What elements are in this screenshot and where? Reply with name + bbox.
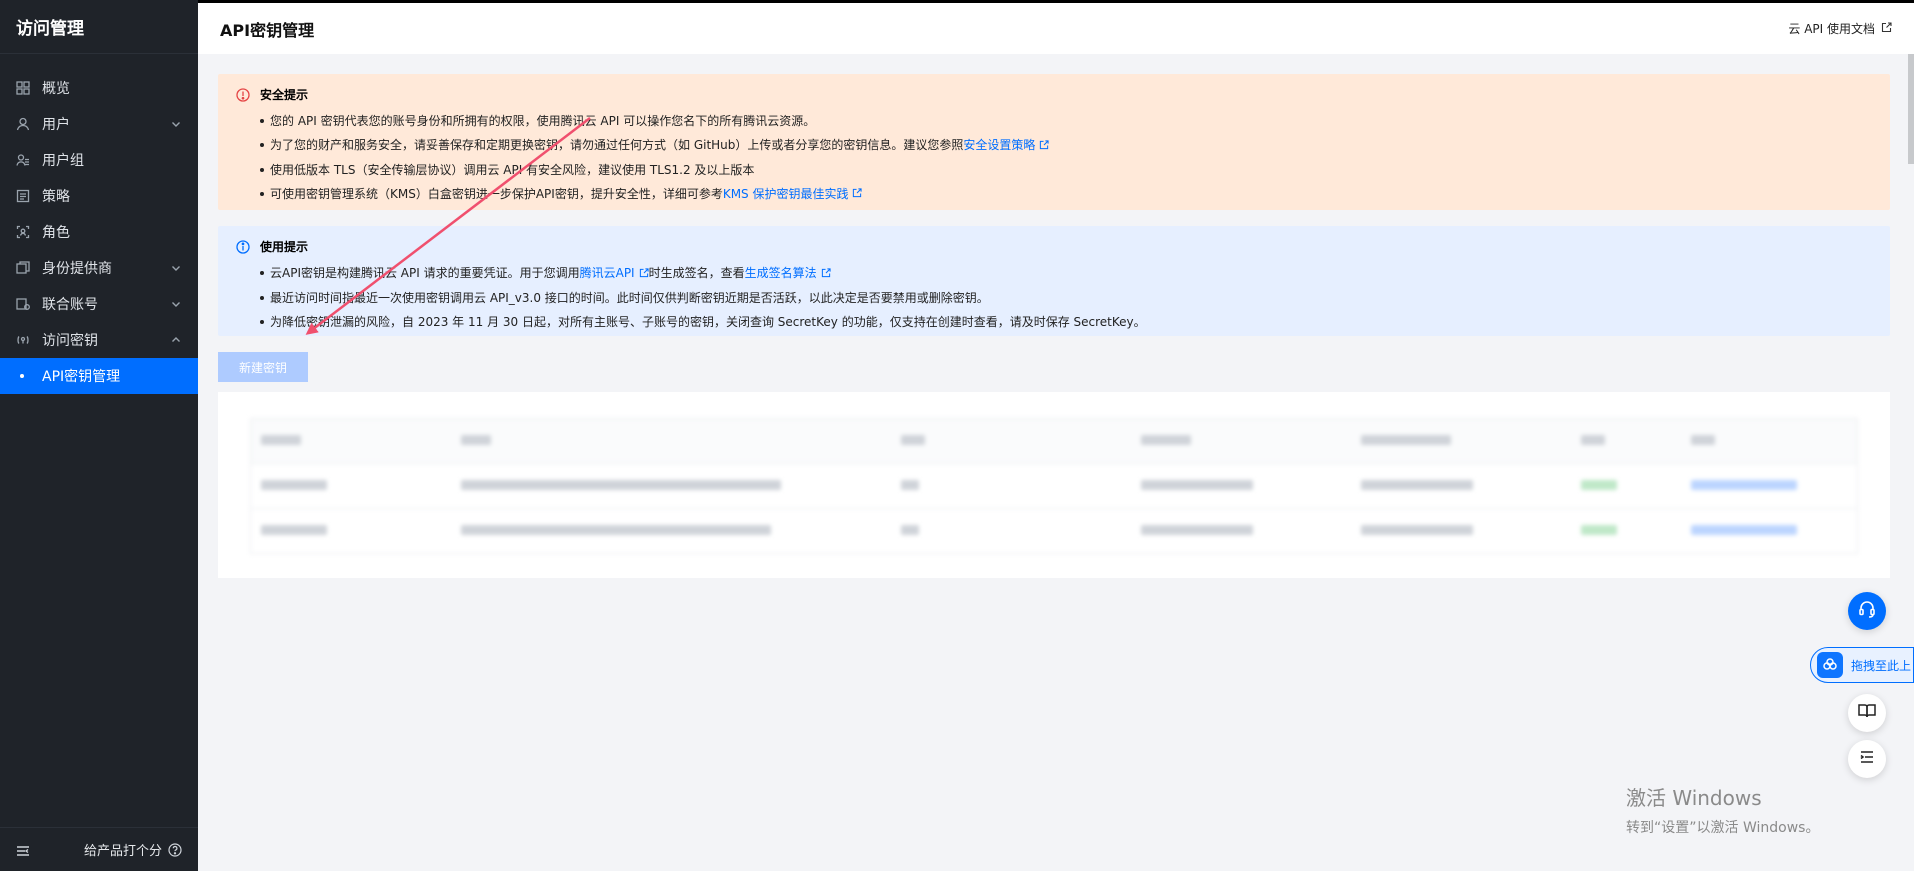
notice-text: 可使用密钥管理系统（KMS）白盒密钥进一步保护API密钥，提升安全性，详细可参考 bbox=[270, 186, 723, 201]
security-notice-title: 安全提示 bbox=[260, 88, 309, 102]
notice-text: 时生成签名，查看 bbox=[648, 266, 745, 280]
main-content: 安全提示 您的 API 密钥代表您的账号身份和所拥有的权限，使用腾讯云 API … bbox=[218, 74, 1890, 578]
page-header: API密钥管理 云 API 使用文档 bbox=[198, 0, 1914, 54]
page-title: API密钥管理 bbox=[220, 20, 315, 40]
drag-drop-label: 拖拽至此上 bbox=[1851, 658, 1912, 673]
windows-activation-watermark: 激活 Windows 转到“设置”以激活 Windows。 bbox=[1626, 782, 1819, 837]
signature-algorithm-link[interactable]: 生成签名算法 bbox=[745, 266, 817, 280]
idp-icon bbox=[16, 261, 30, 275]
sidebar: 访问管理 概览 用户 用户组 策略 角色 身份提供商 联合账号 访问密钥 API… bbox=[0, 0, 198, 871]
sidebar-item-label: 身份提供商 bbox=[42, 261, 112, 277]
notice-text: 为了您的财产和服务安全，请妥善保存和定期更换密钥，请勿通过任何方式（如 GitH… bbox=[270, 138, 964, 152]
security-notice: 安全提示 您的 API 密钥代表您的账号身份和所拥有的权限，使用腾讯云 API … bbox=[218, 74, 1890, 210]
chevron-down-icon bbox=[170, 118, 182, 130]
usage-notice-title: 使用提示 bbox=[260, 240, 309, 254]
warning-circle-icon bbox=[236, 87, 250, 102]
help-circle-icon bbox=[168, 842, 182, 857]
sidebar-item-roles[interactable]: 角色 bbox=[0, 214, 198, 250]
info-circle-icon bbox=[236, 239, 250, 254]
watermark-line2: 转到“设置”以激活 Windows。 bbox=[1626, 820, 1820, 836]
api-doc-link[interactable]: 云 API 使用文档 bbox=[1788, 20, 1892, 37]
list-item: 为了您的财产和服务安全，请妥善保存和定期更换密钥，请勿通过任何方式（如 GitH… bbox=[260, 133, 1872, 158]
external-link-icon bbox=[1039, 134, 1050, 158]
list-item: 可使用密钥管理系统（KMS）白盒密钥进一步保护API密钥，提升安全性，详细可参考… bbox=[260, 182, 1872, 207]
watermark-line1: 激活 Windows bbox=[1626, 786, 1762, 810]
list-item: 为降低密钥泄漏的风险，自 2023 年 11 月 30 日起，对所有主账号、子账… bbox=[260, 310, 1872, 334]
federation-icon bbox=[16, 297, 30, 311]
users-icon bbox=[16, 153, 30, 167]
docs-book-button[interactable] bbox=[1848, 694, 1886, 732]
sidebar-item-label: 访问密钥 bbox=[42, 333, 98, 349]
kms-best-practice-link[interactable]: KMS 保护密钥最佳实践 bbox=[723, 187, 849, 201]
api-doc-link-label: 云 API 使用文档 bbox=[1788, 22, 1875, 36]
key-icon bbox=[16, 333, 30, 347]
notice-text: 使用低版本 TLS（安全传输层协议）调用云 API 有安全风险，建议使用 TLS… bbox=[270, 162, 755, 177]
list-item: 您的 API 密钥代表您的账号身份和所拥有的权限，使用腾讯云 API 可以操作您… bbox=[260, 109, 1872, 133]
book-open-icon bbox=[1857, 701, 1877, 725]
usage-notice-header: 使用提示 bbox=[236, 238, 1872, 255]
notice-text: 您的 API 密钥代表您的账号身份和所拥有的权限，使用腾讯云 API 可以操作您… bbox=[270, 114, 816, 128]
keys-table-card bbox=[218, 392, 1890, 578]
sidebar-item-users[interactable]: 用户 bbox=[0, 106, 198, 142]
sidebar-item-label: 角色 bbox=[42, 225, 70, 241]
external-link-icon bbox=[1875, 21, 1892, 36]
cloud-icon bbox=[1817, 652, 1843, 678]
notice-text: 最近访问时间指最近一次使用密钥调用云 API_v3.0 接口的时间。此时间仅供判… bbox=[270, 290, 989, 305]
table-header-row bbox=[251, 419, 1857, 464]
sidebar-item-label: 用户 bbox=[42, 117, 70, 133]
list-indent-icon bbox=[1858, 748, 1876, 770]
notice-text: 为降低密钥泄漏的风险，自 2023 年 11 月 30 日起，对所有主账号、子账… bbox=[270, 314, 1146, 329]
list-item: 云API密钥是构建腾讯云 API 请求的重要凭证。用于您调用腾讯云API 时生成签… bbox=[260, 261, 1872, 286]
security-policy-link[interactable]: 安全设置策略 bbox=[963, 138, 1035, 152]
sidebar-item-label: API密钥管理 bbox=[42, 369, 121, 385]
list-item: 最近访问时间指最近一次使用密钥调用云 API_v3.0 接口的时间。此时间仅供判… bbox=[260, 286, 1872, 310]
chevron-down-icon bbox=[170, 262, 182, 274]
security-notice-list: 您的 API 密钥代表您的账号身份和所拥有的权限，使用腾讯云 API 可以操作您… bbox=[236, 109, 1872, 206]
table-row bbox=[251, 509, 1857, 553]
sidebar-item-label: 联合账号 bbox=[42, 297, 98, 313]
vertical-scrollbar[interactable] bbox=[1908, 54, 1914, 164]
role-icon bbox=[16, 225, 30, 239]
customer-service-button[interactable] bbox=[1848, 592, 1886, 630]
headset-icon bbox=[1857, 599, 1877, 623]
sidebar-item-policies[interactable]: 策略 bbox=[0, 178, 198, 214]
notice-text: 云API密钥是构建腾讯云 API 请求的重要凭证。用于您调用 bbox=[270, 266, 580, 280]
list-item: 使用低版本 TLS（安全传输层协议）调用云 API 有安全风险，建议使用 TLS… bbox=[260, 158, 1872, 182]
sidebar-item-user-groups[interactable]: 用户组 bbox=[0, 142, 198, 178]
security-notice-header: 安全提示 bbox=[236, 86, 1872, 103]
menu-collapse-icon[interactable] bbox=[16, 843, 30, 857]
table-row bbox=[251, 464, 1857, 509]
sidebar-item-access-keys[interactable]: 访问密钥 bbox=[0, 322, 198, 358]
grid-icon bbox=[16, 81, 30, 95]
sidebar-item-label: 用户组 bbox=[42, 153, 84, 169]
sidebar-item-label: 概览 bbox=[42, 81, 70, 97]
sidebar-nav: 概览 用户 用户组 策略 角色 身份提供商 联合账号 访问密钥 API密钥管理 bbox=[0, 54, 198, 394]
create-key-button[interactable]: 新建密钥 bbox=[218, 352, 308, 382]
tencent-cloud-api-link[interactable]: 腾讯云API bbox=[580, 266, 635, 280]
usage-notice-list: 云API密钥是构建腾讯云 API 请求的重要凭证。用于您调用腾讯云API 时生成签… bbox=[236, 261, 1872, 334]
keys-table bbox=[250, 418, 1858, 554]
user-icon bbox=[16, 117, 30, 131]
drag-drop-pill[interactable]: 拖拽至此上 bbox=[1810, 647, 1914, 683]
sidebar-item-federated-accounts[interactable]: 联合账号 bbox=[0, 286, 198, 322]
policy-icon bbox=[16, 189, 30, 203]
sidebar-item-overview[interactable]: 概览 bbox=[0, 70, 198, 106]
external-link-icon bbox=[639, 262, 649, 286]
outline-list-button[interactable] bbox=[1848, 740, 1886, 778]
rate-product-label: 给产品打个分 bbox=[83, 844, 162, 859]
sidebar-footer: 给产品打个分 bbox=[0, 827, 198, 871]
external-link-icon bbox=[821, 262, 831, 286]
sidebar-item-label: 策略 bbox=[42, 189, 70, 205]
sidebar-item-identity-providers[interactable]: 身份提供商 bbox=[0, 250, 198, 286]
external-link-icon bbox=[852, 182, 863, 206]
sidebar-item-api-key-management[interactable]: API密钥管理 bbox=[0, 358, 198, 394]
usage-notice: 使用提示 云API密钥是构建腾讯云 API 请求的重要凭证。用于您调用腾讯云AP… bbox=[218, 226, 1890, 336]
rate-product-link[interactable]: 给产品打个分 bbox=[84, 840, 182, 859]
sidebar-brand: 访问管理 bbox=[0, 0, 198, 54]
bullet-icon bbox=[20, 374, 24, 378]
chevron-up-icon bbox=[170, 334, 182, 346]
chevron-down-icon bbox=[170, 298, 182, 310]
